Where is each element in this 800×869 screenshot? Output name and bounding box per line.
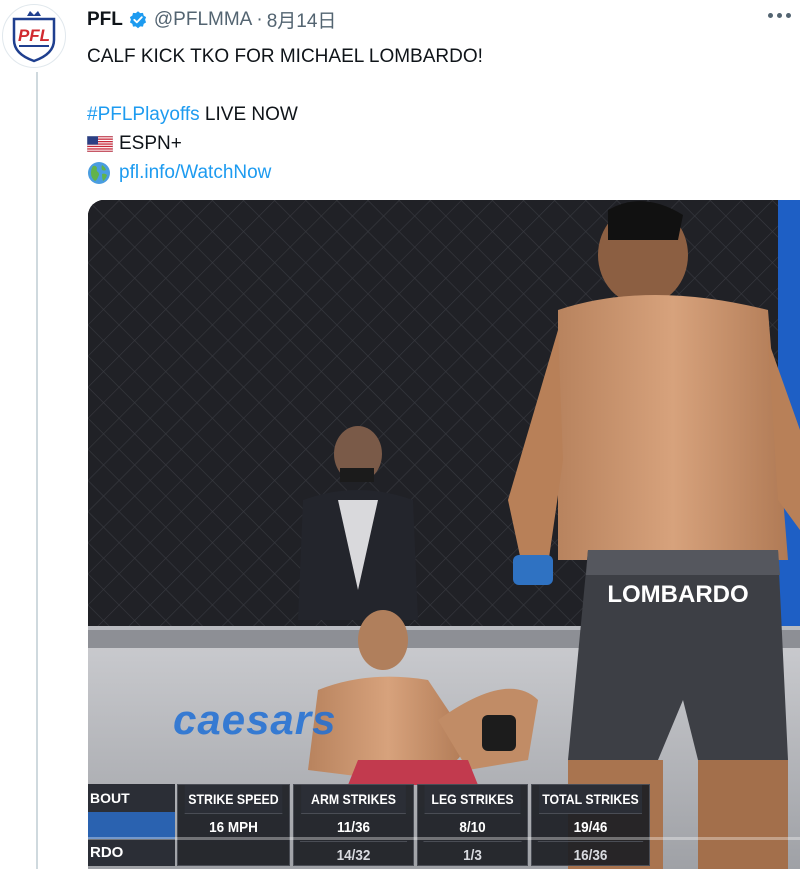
us-flag-icon: [87, 135, 113, 152]
total-strikes-label: TOTAL STRIKES: [539, 785, 642, 814]
leg-strikes-value-2: 1/3: [423, 841, 522, 869]
video-frame: LOMBARDO: [88, 200, 800, 869]
author-name[interactable]: PFL: [87, 9, 123, 31]
bout-label: BOUT: [88, 784, 175, 812]
network-line: ESPN+: [87, 129, 483, 158]
hashtag-link[interactable]: #PFLPlayoffs: [87, 100, 200, 129]
arm-strikes-value-2: 14/32: [299, 841, 408, 869]
bout-column: BOUT RDO: [88, 784, 175, 866]
tweet-date[interactable]: 8月14日: [267, 6, 337, 33]
globe-icon: [88, 161, 110, 184]
strike-speed-label: STRIKE SPEED: [184, 785, 283, 814]
strike-speed-column: STRIKE SPEED 16 MPH: [177, 784, 290, 866]
separator-dot: ·: [256, 8, 263, 30]
tweet-header: PFL @PFLMMA · 8月14日: [87, 6, 336, 33]
fighter-label: RDO: [88, 839, 175, 866]
pfl-logo-icon: PFL: [12, 11, 56, 63]
total-strikes-column: TOTAL STRIKES 19/46 16/36: [531, 784, 650, 866]
avatar-text: PFL: [18, 26, 50, 45]
total-strikes-value-2: 16/36: [537, 841, 644, 869]
bout-blue-bar: [88, 812, 175, 839]
tweet-text: CALF KICK TKO FOR MICHAEL LOMBARDO! #PFL…: [87, 42, 483, 187]
video-player[interactable]: LOMBARDO caesars BOUT RDO STRIKE SPEED 1…: [88, 200, 800, 869]
tweet-headline: CALF KICK TKO FOR MICHAEL LOMBARDO!: [87, 46, 483, 67]
thread-line: [36, 72, 38, 869]
network-text: ESPN+: [119, 133, 182, 154]
video-progress-bar[interactable]: [88, 837, 800, 840]
arm-strikes-label: ARM STRIKES: [301, 785, 406, 814]
avatar[interactable]: PFL: [2, 4, 66, 68]
strike-stats-overlay: BOUT RDO STRIKE SPEED 16 MPH ARM STRIKES…: [88, 782, 650, 868]
shorts-name: LOMBARDO: [607, 581, 748, 608]
watch-now-link[interactable]: pfl.info/WatchNow: [119, 158, 271, 187]
verified-badge-icon: [129, 10, 146, 28]
more-options-icon[interactable]: [768, 10, 792, 22]
link-line: pfl.info/WatchNow: [87, 158, 483, 187]
hashtag-line: #PFLPlayoffs LIVE NOW: [87, 100, 483, 129]
live-now-text: LIVE NOW: [199, 104, 298, 125]
author-handle[interactable]: @PFLMMA: [154, 9, 252, 31]
arm-strikes-column: ARM STRIKES 11/36 14/32: [293, 784, 414, 866]
leg-strikes-column: LEG STRIKES 8/10 1/3: [417, 784, 528, 866]
leg-strikes-label: LEG STRIKES: [424, 785, 521, 814]
octagon-sponsor-logo: caesars: [173, 696, 337, 743]
